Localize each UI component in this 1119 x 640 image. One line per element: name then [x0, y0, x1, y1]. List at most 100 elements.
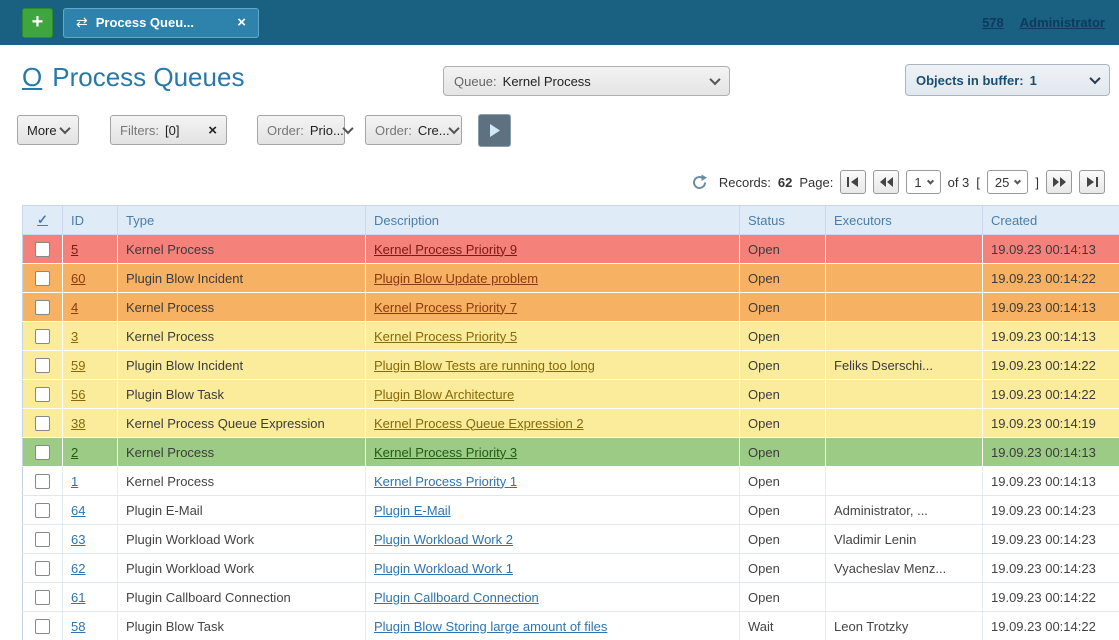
- refresh-button[interactable]: [691, 174, 708, 191]
- records-count: 62: [777, 174, 793, 190]
- row-id-link[interactable]: 56: [71, 387, 85, 402]
- row-status: Open: [748, 328, 780, 344]
- row-description-link[interactable]: Plugin Workload Work 1: [374, 561, 513, 576]
- table-row: 3 Kernel Process Kernel Process Priority…: [22, 321, 1119, 351]
- row-checkbox[interactable]: [35, 242, 50, 258]
- table-row: 59 Plugin Blow Incident Plugin Blow Test…: [22, 350, 1119, 380]
- row-status: Open: [748, 589, 780, 605]
- row-description-link[interactable]: Plugin Blow Tests are running too long: [374, 358, 595, 373]
- row-description-link[interactable]: Kernel Process Priority 9: [374, 242, 517, 257]
- row-id-link[interactable]: 61: [71, 590, 85, 605]
- row-checkbox[interactable]: [35, 300, 50, 316]
- row-id-link[interactable]: 3: [71, 329, 78, 344]
- row-type: Kernel Process: [126, 328, 215, 344]
- row-checkbox[interactable]: [35, 561, 50, 577]
- row-checkbox[interactable]: [35, 329, 50, 345]
- filters-clear-icon[interactable]: ×: [208, 122, 217, 139]
- row-description-link[interactable]: Plugin E-Mail: [374, 503, 451, 518]
- chevron-down-icon: [59, 122, 71, 135]
- tab-process-queues[interactable]: ⇄ Process Queu... ×: [63, 7, 259, 38]
- row-created: 19.09.23 00:14:13: [991, 328, 1096, 344]
- row-type: Plugin Blow Task: [126, 618, 225, 634]
- row-description-link[interactable]: Kernel Process Priority 5: [374, 329, 517, 344]
- order-priority-select[interactable]: Order: Prio...: [257, 115, 354, 145]
- row-id-link[interactable]: 38: [71, 416, 85, 431]
- row-checkbox[interactable]: [35, 532, 50, 548]
- row-description-link[interactable]: Kernel Process Priority 3: [374, 445, 517, 460]
- row-checkbox[interactable]: [35, 271, 50, 287]
- row-created: 19.09.23 00:14:23: [991, 531, 1096, 547]
- bracket-close: ]: [1035, 174, 1039, 190]
- order-priority-value: Prio...: [309, 122, 344, 138]
- row-id-link[interactable]: 5: [71, 242, 78, 257]
- row-status: Open: [748, 357, 780, 373]
- tab-close-icon[interactable]: ×: [237, 14, 246, 31]
- row-id-link[interactable]: 60: [71, 271, 85, 286]
- row-executors: Vyacheslav Menz...: [834, 560, 947, 576]
- row-id-link[interactable]: 4: [71, 300, 78, 315]
- row-type: Kernel Process: [126, 473, 215, 489]
- row-checkbox[interactable]: [35, 445, 50, 461]
- row-status: Wait: [748, 618, 774, 634]
- bracket-open: [: [976, 174, 980, 190]
- col-header-id[interactable]: ID: [62, 205, 118, 235]
- row-description-link[interactable]: Plugin Blow Architecture: [374, 387, 514, 402]
- chevron-down-icon: [447, 122, 460, 135]
- prev-page-button[interactable]: [873, 170, 900, 194]
- row-id-link[interactable]: 64: [71, 503, 85, 518]
- col-header-executors[interactable]: Executors: [825, 205, 983, 235]
- row-description-link[interactable]: Kernel Process Queue Expression 2: [374, 416, 584, 431]
- row-type: Kernel Process: [126, 444, 215, 460]
- select-all-toggle[interactable]: ✓: [37, 212, 48, 227]
- add-tab-button[interactable]: +: [22, 7, 53, 38]
- more-button[interactable]: More: [17, 115, 79, 145]
- order-created-value: Cre...: [417, 122, 450, 138]
- process-table-body: 5 Kernel Process Kernel Process Priority…: [22, 234, 1119, 640]
- row-id-link[interactable]: 58: [71, 619, 85, 634]
- col-header-status[interactable]: Status: [739, 205, 826, 235]
- row-description-link[interactable]: Plugin Workload Work 2: [374, 532, 513, 547]
- row-description-link[interactable]: Kernel Process Priority 7: [374, 300, 517, 315]
- last-page-button[interactable]: [1079, 170, 1105, 194]
- col-header-description[interactable]: Description: [365, 205, 740, 235]
- page-number-select[interactable]: 1: [906, 170, 941, 194]
- row-id-link[interactable]: 1: [71, 474, 78, 489]
- order-created-select[interactable]: Order: Cre...: [365, 115, 462, 145]
- row-checkbox[interactable]: [35, 474, 50, 490]
- row-checkbox[interactable]: [35, 590, 50, 606]
- row-checkbox[interactable]: [35, 416, 50, 432]
- filters-control[interactable]: Filters: [0] ×: [110, 115, 227, 145]
- row-status: Open: [748, 502, 780, 518]
- row-checkbox[interactable]: [35, 387, 50, 403]
- queue-select[interactable]: Queue: Kernel Process: [443, 66, 730, 96]
- more-button-label: More: [27, 122, 57, 138]
- refresh-icon: [692, 174, 707, 189]
- first-page-button[interactable]: [840, 170, 867, 194]
- run-button[interactable]: [478, 114, 511, 147]
- next-page-button[interactable]: [1046, 170, 1072, 194]
- row-created: 19.09.23 00:14:22: [991, 589, 1096, 605]
- table-row: 64 Plugin E-Mail Plugin E-Mail Open Admi…: [22, 495, 1119, 525]
- row-type: Plugin Workload Work: [126, 531, 255, 547]
- row-description-link[interactable]: Plugin Callboard Connection: [374, 590, 539, 605]
- row-checkbox[interactable]: [35, 358, 50, 374]
- col-header-created[interactable]: Created: [982, 205, 1119, 235]
- row-id-link[interactable]: 59: [71, 358, 85, 373]
- page-size-select[interactable]: 25: [986, 170, 1029, 194]
- row-id-link[interactable]: 63: [71, 532, 85, 547]
- row-checkbox[interactable]: [35, 503, 50, 519]
- objects-in-buffer-select[interactable]: Objects in buffer: 1: [905, 64, 1110, 96]
- row-description-link[interactable]: Plugin Blow Update problem: [374, 271, 538, 286]
- row-id-link[interactable]: 62: [71, 561, 85, 576]
- table-header-row: ✓ ID Type Description Status Executors C…: [22, 205, 1119, 235]
- current-user-link[interactable]: Administrator: [1020, 15, 1105, 30]
- counter-link[interactable]: 578: [982, 15, 1004, 30]
- row-id-link[interactable]: 2: [71, 445, 78, 460]
- row-status: Open: [748, 299, 780, 315]
- col-header-type[interactable]: Type: [117, 205, 366, 235]
- row-executors: Feliks Dserschi...: [834, 357, 933, 373]
- row-description-link[interactable]: Kernel Process Priority 1: [374, 474, 517, 489]
- page-total-label: of 3: [947, 174, 970, 190]
- row-description-link[interactable]: Plugin Blow Storing large amount of file…: [374, 619, 607, 634]
- row-checkbox[interactable]: [35, 619, 50, 635]
